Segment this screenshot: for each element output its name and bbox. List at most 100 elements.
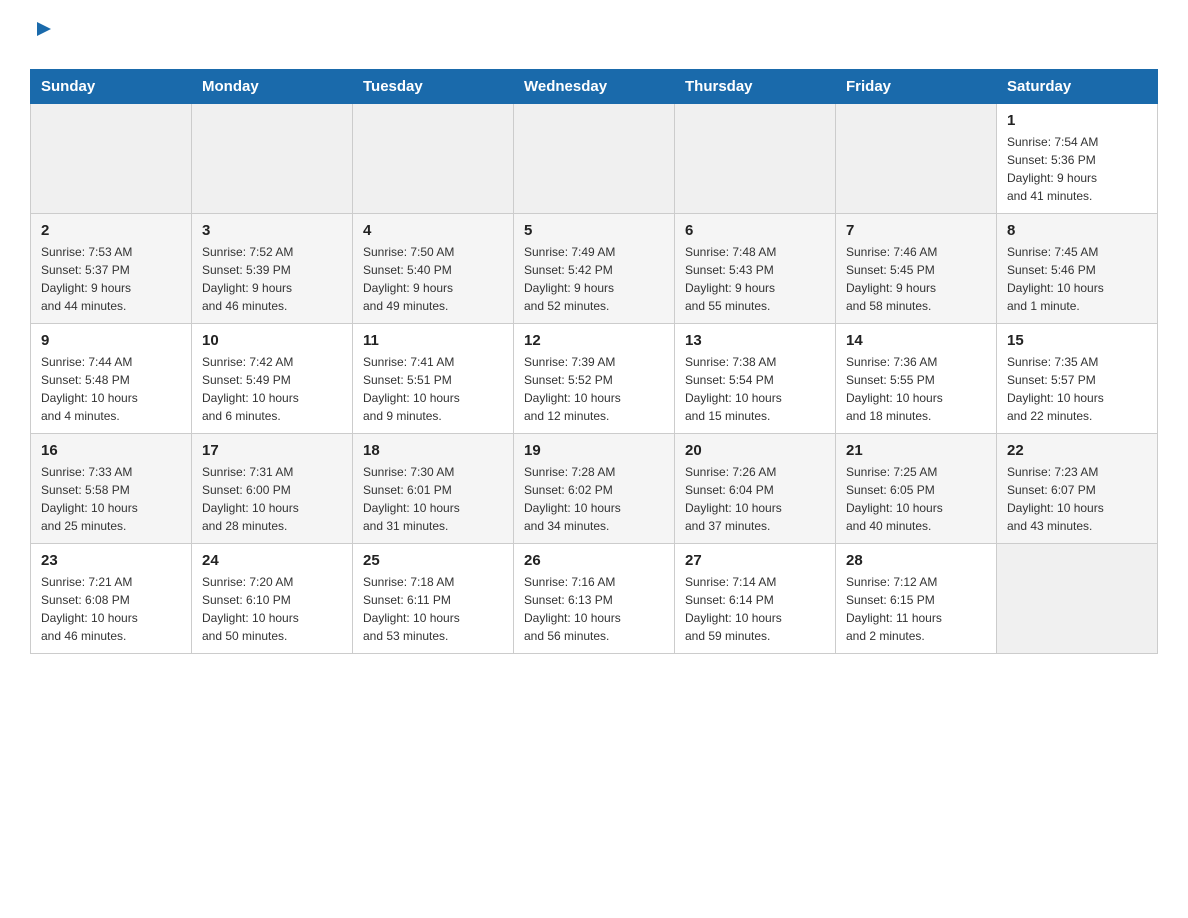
calendar-cell [675, 104, 836, 214]
calendar-cell: 24Sunrise: 7:20 AMSunset: 6:10 PMDayligh… [192, 544, 353, 654]
calendar-cell: 19 Sunrise: 7:28 AMSunset: 6:02 PMDayligh… [514, 434, 675, 544]
day-number: 17 [202, 442, 342, 459]
day-number: 28 [846, 552, 986, 569]
day-info: Sunrise: 7:21 AMSunset: 6:08 PMDaylight:… [41, 573, 181, 645]
week-row-2: 2Sunrise: 7:53 AMSunset: 5:37 PMDaylight… [31, 214, 1158, 324]
calendar-cell: 21 Sunrise: 7:25 AMSunset: 6:05 PMDayligh… [836, 434, 997, 544]
day-info: Sunrise: 7:26 AMSunset: 6:04 PMDaylight:… [685, 463, 825, 535]
week-row-3: 9 Sunrise: 7:44 AMSunset: 5:48 PMDaylight… [31, 324, 1158, 434]
calendar-cell: 28 Sunrise: 7:12 AMSunset: 6:15 PMDayligh… [836, 544, 997, 654]
day-number: 15 [1007, 332, 1147, 349]
day-info: Sunrise: 7:16 AMSunset: 6:13 PMDaylight:… [524, 573, 664, 645]
day-number: 4 [363, 222, 503, 239]
day-info: Sunrise: 7:54 AMSunset: 5:36 PMDaylight:… [1007, 133, 1147, 205]
calendar-cell [997, 544, 1158, 654]
day-info: Sunrise: 7:46 AMSunset: 5:45 PMDaylight:… [846, 243, 986, 315]
weekday-header-tuesday: Tuesday [353, 70, 514, 104]
day-number: 7 [846, 222, 986, 239]
week-row-5: 23 Sunrise: 7:21 AMSunset: 6:08 PMDayligh… [31, 544, 1158, 654]
calendar-cell [31, 104, 192, 214]
day-number: 13 [685, 332, 825, 349]
weekday-header-thursday: Thursday [675, 70, 836, 104]
calendar-cell: 22Sunrise: 7:23 AMSunset: 6:07 PMDayligh… [997, 434, 1158, 544]
calendar-cell: 8 Sunrise: 7:45 AMSunset: 5:46 PMDaylight… [997, 214, 1158, 324]
calendar-cell: 27 Sunrise: 7:14 AMSunset: 6:14 PMDayligh… [675, 544, 836, 654]
day-number: 12 [524, 332, 664, 349]
day-number: 1 [1007, 112, 1147, 129]
calendar-cell: 2Sunrise: 7:53 AMSunset: 5:37 PMDaylight… [31, 214, 192, 324]
day-info: Sunrise: 7:39 AMSunset: 5:52 PMDaylight:… [524, 353, 664, 425]
calendar-cell: 4 Sunrise: 7:50 AMSunset: 5:40 PMDaylight… [353, 214, 514, 324]
weekday-header-monday: Monday [192, 70, 353, 104]
day-number: 6 [685, 222, 825, 239]
day-info: Sunrise: 7:31 AMSunset: 6:00 PMDaylight:… [202, 463, 342, 535]
day-number: 19 [524, 442, 664, 459]
day-number: 21 [846, 442, 986, 459]
calendar-cell [353, 104, 514, 214]
calendar-cell: 14 Sunrise: 7:36 AMSunset: 5:55 PMDayligh… [836, 324, 997, 434]
calendar-cell [514, 104, 675, 214]
day-number: 27 [685, 552, 825, 569]
day-info: Sunrise: 7:45 AMSunset: 5:46 PMDaylight:… [1007, 243, 1147, 315]
day-number: 9 [41, 332, 181, 349]
calendar-cell: 9 Sunrise: 7:44 AMSunset: 5:48 PMDaylight… [31, 324, 192, 434]
day-info: Sunrise: 7:52 AMSunset: 5:39 PMDaylight:… [202, 243, 342, 315]
day-info: Sunrise: 7:12 AMSunset: 6:15 PMDaylight:… [846, 573, 986, 645]
day-info: Sunrise: 7:50 AMSunset: 5:40 PMDaylight:… [363, 243, 503, 315]
weekday-header-friday: Friday [836, 70, 997, 104]
calendar-cell: 12 Sunrise: 7:39 AMSunset: 5:52 PMDayligh… [514, 324, 675, 434]
day-number: 14 [846, 332, 986, 349]
weekday-header-saturday: Saturday [997, 70, 1158, 104]
calendar-cell: 5 Sunrise: 7:49 AMSunset: 5:42 PMDaylight… [514, 214, 675, 324]
calendar-cell: 13 Sunrise: 7:38 AMSunset: 5:54 PMDayligh… [675, 324, 836, 434]
day-number: 5 [524, 222, 664, 239]
day-number: 8 [1007, 222, 1147, 239]
calendar-cell: 1 Sunrise: 7:54 AMSunset: 5:36 PMDaylight… [997, 104, 1158, 214]
day-info: Sunrise: 7:20 AMSunset: 6:10 PMDaylight:… [202, 573, 342, 645]
day-info: Sunrise: 7:44 AMSunset: 5:48 PMDaylight:… [41, 353, 181, 425]
calendar-cell: 10 Sunrise: 7:42 AMSunset: 5:49 PMDayligh… [192, 324, 353, 434]
calendar-cell: 25 Sunrise: 7:18 AMSunset: 6:11 PMDayligh… [353, 544, 514, 654]
calendar-cell: 6 Sunrise: 7:48 AMSunset: 5:43 PMDaylight… [675, 214, 836, 324]
calendar-cell [836, 104, 997, 214]
day-info: Sunrise: 7:48 AMSunset: 5:43 PMDaylight:… [685, 243, 825, 315]
calendar-cell: 11Sunrise: 7:41 AMSunset: 5:51 PMDayligh… [353, 324, 514, 434]
day-info: Sunrise: 7:25 AMSunset: 6:05 PMDaylight:… [846, 463, 986, 535]
day-info: Sunrise: 7:41 AMSunset: 5:51 PMDaylight:… [363, 353, 503, 425]
day-number: 26 [524, 552, 664, 569]
day-info: Sunrise: 7:35 AMSunset: 5:57 PMDaylight:… [1007, 353, 1147, 425]
day-info: Sunrise: 7:18 AMSunset: 6:11 PMDaylight:… [363, 573, 503, 645]
logo [30, 20, 55, 49]
day-number: 16 [41, 442, 181, 459]
day-info: Sunrise: 7:53 AMSunset: 5:37 PMDaylight:… [41, 243, 181, 315]
week-row-1: 1 Sunrise: 7:54 AMSunset: 5:36 PMDaylight… [31, 104, 1158, 214]
day-info: Sunrise: 7:38 AMSunset: 5:54 PMDaylight:… [685, 353, 825, 425]
page-header [30, 20, 1158, 49]
day-number: 3 [202, 222, 342, 239]
day-number: 10 [202, 332, 342, 349]
calendar-cell: 23 Sunrise: 7:21 AMSunset: 6:08 PMDayligh… [31, 544, 192, 654]
week-row-4: 16 Sunrise: 7:33 AMSunset: 5:58 PMDayligh… [31, 434, 1158, 544]
day-number: 25 [363, 552, 503, 569]
day-info: Sunrise: 7:28 AMSunset: 6:02 PMDaylight:… [524, 463, 664, 535]
calendar-cell: 7 Sunrise: 7:46 AMSunset: 5:45 PMDaylight… [836, 214, 997, 324]
day-info: Sunrise: 7:14 AMSunset: 6:14 PMDaylight:… [685, 573, 825, 645]
calendar-cell: 3 Sunrise: 7:52 AMSunset: 5:39 PMDaylight… [192, 214, 353, 324]
day-info: Sunrise: 7:49 AMSunset: 5:42 PMDaylight:… [524, 243, 664, 315]
day-info: Sunrise: 7:33 AMSunset: 5:58 PMDaylight:… [41, 463, 181, 535]
day-number: 22 [1007, 442, 1147, 459]
weekday-header-row: SundayMondayTuesdayWednesdayThursdayFrid… [31, 70, 1158, 104]
weekday-header-sunday: Sunday [31, 70, 192, 104]
day-info: Sunrise: 7:42 AMSunset: 5:49 PMDaylight:… [202, 353, 342, 425]
logo-arrow-icon [33, 18, 55, 40]
calendar-cell: 26 Sunrise: 7:16 AMSunset: 6:13 PMDayligh… [514, 544, 675, 654]
calendar-cell [192, 104, 353, 214]
weekday-header-wednesday: Wednesday [514, 70, 675, 104]
calendar-table: SundayMondayTuesdayWednesdayThursdayFrid… [30, 69, 1158, 654]
day-info: Sunrise: 7:36 AMSunset: 5:55 PMDaylight:… [846, 353, 986, 425]
calendar-cell: 20 Sunrise: 7:26 AMSunset: 6:04 PMDayligh… [675, 434, 836, 544]
day-number: 20 [685, 442, 825, 459]
calendar-cell: 16 Sunrise: 7:33 AMSunset: 5:58 PMDayligh… [31, 434, 192, 544]
calendar-cell: 15 Sunrise: 7:35 AMSunset: 5:57 PMDayligh… [997, 324, 1158, 434]
day-number: 23 [41, 552, 181, 569]
